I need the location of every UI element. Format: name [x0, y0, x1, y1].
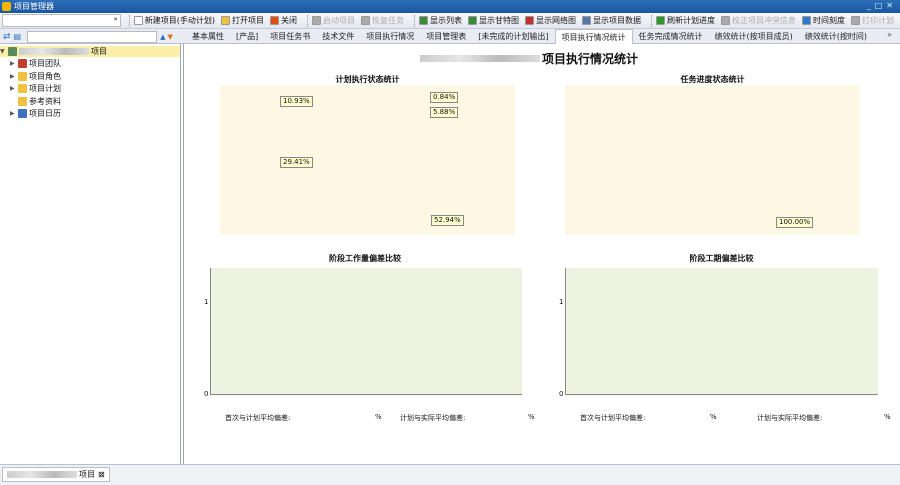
chart-title: 阶段工作量偏差比较: [329, 254, 401, 263]
document-tab-close-icon[interactable]: ⊠: [98, 468, 105, 482]
data-label: 100.00%: [776, 217, 814, 228]
data-label: 10.93%: [280, 96, 313, 107]
data-label: 29.41%: [280, 157, 313, 168]
y-tick-label: 1: [559, 298, 564, 306]
y-tick-label: 1: [204, 298, 209, 306]
redacted-text: [7, 471, 77, 478]
pie-chart-area: [220, 85, 515, 235]
stat-label: 计划与实际平均偏差:: [757, 414, 823, 422]
stat-label: 计划与实际平均偏差:: [400, 414, 466, 422]
plot-area: [210, 268, 522, 395]
y-tick-label: 0: [559, 390, 564, 398]
stat-unit: %: [528, 413, 535, 421]
stat-unit: %: [375, 413, 382, 421]
data-label: 52.94%: [431, 215, 464, 226]
plot-area: [565, 268, 878, 395]
status-bar: [0, 464, 900, 485]
stat-unit: %: [710, 413, 717, 421]
chart-title: 阶段工期偏差比较: [689, 254, 754, 263]
stat-unit: %: [884, 413, 891, 421]
data-label: 0.84%: [430, 92, 459, 103]
pie-chart-area: [565, 85, 860, 235]
data-label: 5.88%: [430, 107, 459, 118]
y-tick-label: 0: [204, 390, 209, 398]
chart-title: 任务进度状态统计: [680, 75, 745, 84]
document-tab[interactable]: 项目 ⊠: [2, 467, 110, 482]
document-tab-label: 项目: [79, 469, 95, 479]
stat-label: 首次与计划平均偏差:: [580, 414, 646, 422]
chart-title: 计划执行状态统计: [335, 75, 400, 84]
stat-label: 首次与计划平均偏差:: [225, 414, 291, 422]
